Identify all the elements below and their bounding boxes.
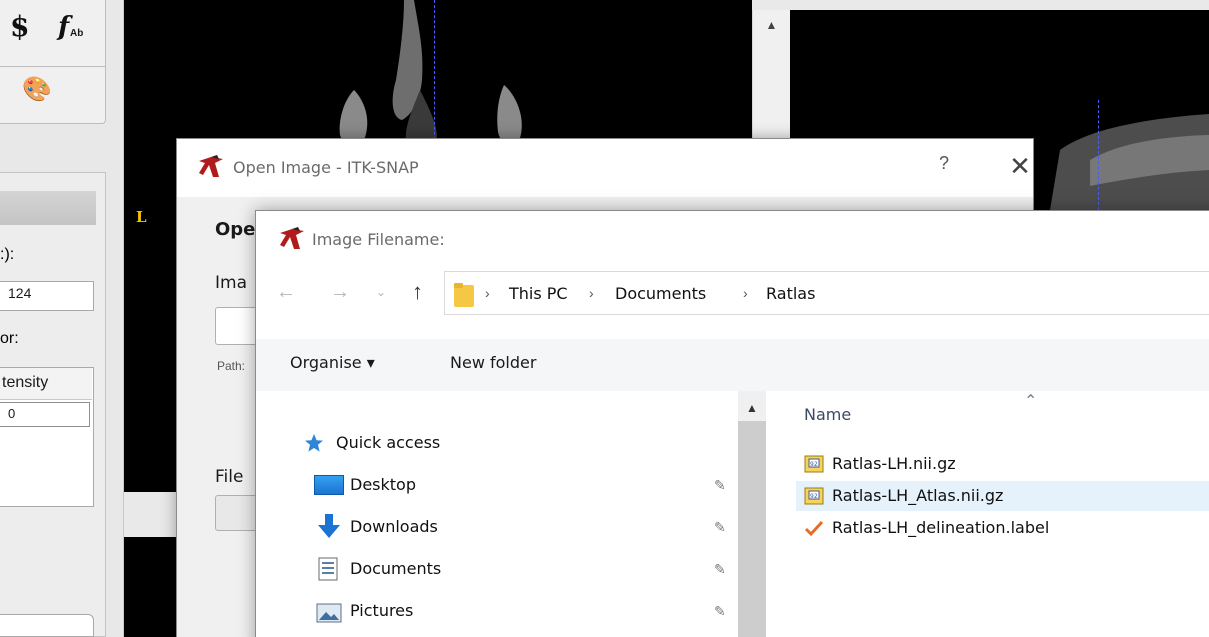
folder-icon xyxy=(454,283,474,307)
image-file-icon: 92 xyxy=(804,455,824,473)
sort-ascending-icon: ⌃ xyxy=(1024,393,1038,410)
file-row[interactable]: 92 Ratlas-LH.nii.gz xyxy=(796,449,1209,479)
scroll-thumb[interactable] xyxy=(738,421,766,637)
tool-palette: $ f Ab 🎨 xyxy=(0,0,106,124)
left-panel: $ f Ab 🎨 :): 124 or: tensity 0 xyxy=(0,0,124,637)
itk-snap-logo-icon xyxy=(199,155,223,177)
close-icon[interactable]: ✕ xyxy=(1005,151,1035,181)
file-dialog-titlebar[interactable]: Image Filename: xyxy=(256,211,1209,267)
coordinate-label: :): xyxy=(0,246,15,263)
new-folder-button[interactable]: New folder xyxy=(450,353,536,372)
file-dialog-title: Image Filename: xyxy=(312,230,445,249)
bottom-field[interactable] xyxy=(0,614,94,637)
pin-icon[interactable]: ✎ xyxy=(714,561,726,578)
file-name: Ratlas-LH_delineation.label xyxy=(832,518,1050,537)
nav-documents[interactable]: Documents xyxy=(350,559,441,578)
desktop-icon xyxy=(314,475,344,495)
path-label: Path: xyxy=(217,359,246,373)
file-name: Ratlas-LH.nii.gz xyxy=(832,454,956,473)
image-filename-label: Ima xyxy=(215,273,247,293)
orientation-label: L xyxy=(136,208,147,226)
color-label: or: xyxy=(0,330,19,347)
recent-dropdown-icon[interactable]: ⌄ xyxy=(376,285,386,299)
scroll-up-arrow-icon[interactable]: ▲ xyxy=(746,401,758,415)
open-image-title: Open Image - ITK-SNAP xyxy=(233,158,419,177)
open-image-titlebar[interactable]: Open Image - ITK-SNAP ? ✕ xyxy=(177,139,1033,197)
pin-icon[interactable]: ✎ xyxy=(714,519,726,536)
column-header-name[interactable]: Name xyxy=(804,405,851,424)
star-icon xyxy=(305,434,323,452)
forward-arrow-icon[interactable]: → xyxy=(330,281,350,304)
file-list-pane: ⌃ Name 92 Ratlas-LH.nii.gz 92 Ratlas-LH_… xyxy=(766,391,1209,637)
help-button[interactable]: ? xyxy=(929,153,959,183)
documents-icon xyxy=(318,557,338,581)
checkmark-file-icon xyxy=(804,520,824,537)
breadcrumb-separator-icon: › xyxy=(485,285,490,301)
nav-pane-scrollbar[interactable]: ▲ xyxy=(738,391,766,637)
tool-separator xyxy=(0,66,106,67)
file-format-label: File xyxy=(215,467,244,487)
layer-header xyxy=(0,191,96,225)
intensity-table: tensity 0 xyxy=(0,367,94,507)
pin-icon[interactable]: ✎ xyxy=(714,477,726,494)
nav-desktop[interactable]: Desktop xyxy=(350,475,416,494)
image-file-icon: 92 xyxy=(804,487,824,505)
palette-icon[interactable]: 🎨 xyxy=(22,74,52,103)
up-arrow-icon[interactable]: ↑ xyxy=(412,279,423,305)
file-row[interactable]: Ratlas-LH_delineation.label xyxy=(796,513,1209,543)
back-arrow-icon[interactable]: ← xyxy=(276,281,296,304)
intensity-header: tensity xyxy=(0,368,92,400)
open-heading: Ope xyxy=(215,219,256,240)
dollar-tool-icon[interactable]: $ xyxy=(10,10,29,43)
svg-text:92: 92 xyxy=(810,493,818,500)
coordinate-field[interactable]: 124 xyxy=(0,281,94,311)
breadcrumb-documents[interactable]: Documents xyxy=(615,284,706,303)
pin-icon[interactable]: ✎ xyxy=(714,603,726,620)
cursor-line-vertical xyxy=(434,0,435,140)
nav-downloads[interactable]: Downloads xyxy=(350,517,438,536)
cursor-line-vertical-right xyxy=(1098,100,1099,210)
breadcrumb-this-pc[interactable]: This PC xyxy=(509,284,568,303)
scroll-up-arrow-icon[interactable]: ▲ xyxy=(753,10,790,44)
pictures-icon xyxy=(316,603,342,623)
navigation-bar: ← → ⌄ ↑ › This PC › Documents › Ratlas xyxy=(256,267,1209,319)
nav-quick-access[interactable]: Quick access xyxy=(336,433,440,452)
file-row-selected[interactable]: 92 Ratlas-LH_Atlas.nii.gz xyxy=(796,481,1209,511)
breadcrumb-ratlas[interactable]: Ratlas xyxy=(766,284,815,303)
annotation-tool-label: Ab xyxy=(70,28,84,39)
annotation-tool-icon[interactable]: f xyxy=(58,12,69,42)
svg-text:92: 92 xyxy=(810,461,818,468)
downloads-icon xyxy=(318,514,340,538)
breadcrumb-separator-icon: › xyxy=(589,285,594,301)
organise-button[interactable]: Organise ▾ xyxy=(290,353,375,372)
address-bar[interactable]: › This PC › Documents › Ratlas xyxy=(444,271,1209,315)
file-toolbar: Organise ▾ New folder xyxy=(256,339,1209,391)
nav-pictures[interactable]: Pictures xyxy=(350,601,413,620)
image-filename-dialog: Image Filename: ← → ⌄ ↑ › This PC › Docu… xyxy=(255,210,1209,637)
file-name: Ratlas-LH_Atlas.nii.gz xyxy=(832,486,1004,505)
itk-snap-logo-icon xyxy=(280,227,304,249)
breadcrumb-separator-icon: › xyxy=(743,285,748,301)
navigation-pane: Quick access Desktop ✎ Downloads ✎ Docum… xyxy=(256,391,764,637)
intensity-cell[interactable]: 0 xyxy=(0,402,90,427)
